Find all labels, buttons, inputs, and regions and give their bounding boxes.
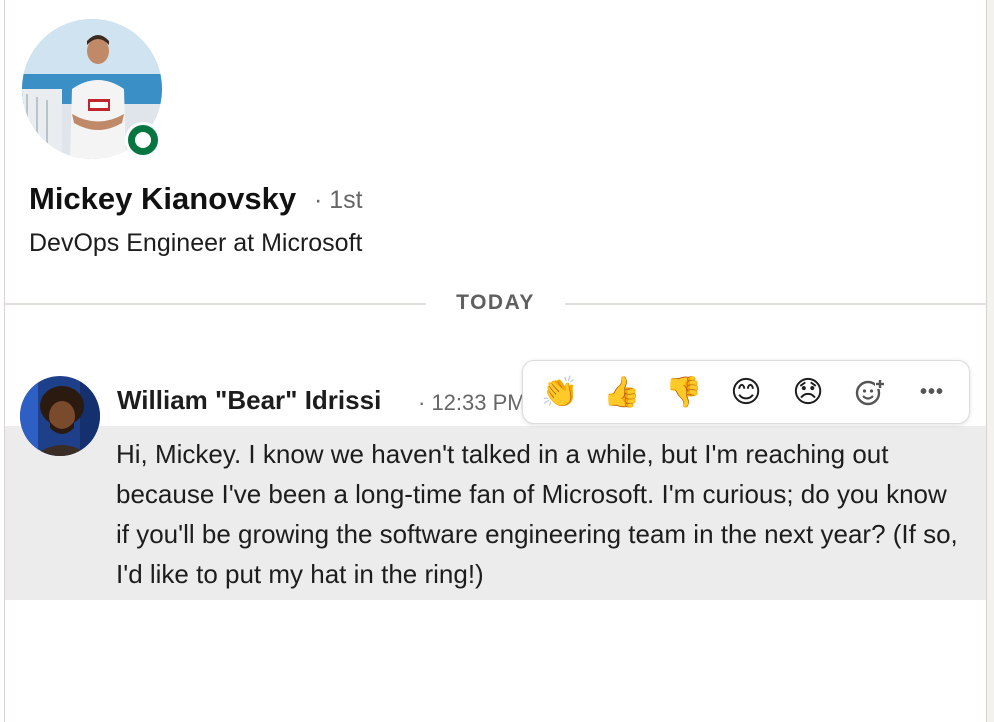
connection-degree: · 1st — [314, 186, 363, 214]
profile-headline: DevOps Engineer at Microsoft — [29, 229, 363, 257]
pane-border-left — [4, 0, 5, 722]
page-background-strip — [987, 0, 994, 722]
thumbs-up-reaction-icon[interactable]: 👍 — [597, 367, 647, 417]
add-reaction-icon[interactable] — [845, 367, 895, 417]
message-timestamp: · 12:33 PM — [418, 390, 526, 415]
date-divider-line-left — [5, 303, 426, 305]
date-divider-label: TODAY — [456, 291, 535, 314]
profile-name[interactable]: Mickey Kianovsky — [29, 181, 296, 217]
thumbs-down-reaction-icon[interactable]: 👎 — [659, 367, 709, 417]
reaction-toolbar: 👏 👍 👎 😊 😞 ••• — [522, 360, 970, 424]
sad-reaction-icon[interactable]: 😞 — [783, 367, 833, 417]
date-divider-line-right — [565, 303, 986, 305]
sender-avatar[interactable] — [20, 376, 100, 456]
sender-photo-illustration — [20, 376, 100, 456]
online-ring-icon — [128, 125, 158, 155]
clap-reaction-icon[interactable]: 👏 — [535, 367, 585, 417]
add-emoji-icon — [855, 379, 885, 406]
message-sender-name[interactable]: William "Bear" Idrissi — [117, 385, 381, 416]
online-status-indicator — [125, 122, 161, 158]
smile-reaction-icon[interactable]: 😊 — [721, 367, 771, 417]
message-body: Hi, Mickey. I know we haven't talked in … — [116, 439, 958, 589]
more-options-icon[interactable]: ••• — [907, 367, 957, 417]
